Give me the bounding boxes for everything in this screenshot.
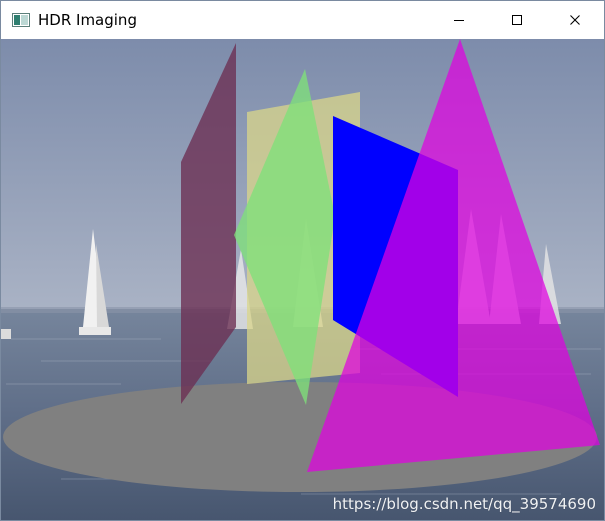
window-controls — [430, 1, 604, 39]
render-viewport[interactable]: https://blog.csdn.net/qq_39574690 — [1, 39, 604, 520]
hdr-imaging-window: HDR Imaging https://blog.csdn.net/qq_395… — [0, 0, 605, 521]
title-bar[interactable]: HDR Imaging — [1, 1, 604, 39]
watermark-url: https://blog.csdn.net/qq_39574690 — [332, 495, 596, 513]
rendered-scene — [1, 39, 604, 520]
minimize-button[interactable] — [430, 1, 488, 39]
close-icon — [569, 14, 581, 26]
close-button[interactable] — [546, 1, 604, 39]
app-window-icon — [12, 13, 30, 27]
maximize-button[interactable] — [488, 1, 546, 39]
window-title: HDR Imaging — [38, 11, 137, 29]
maximize-icon — [511, 14, 523, 26]
minimize-icon — [453, 14, 465, 26]
